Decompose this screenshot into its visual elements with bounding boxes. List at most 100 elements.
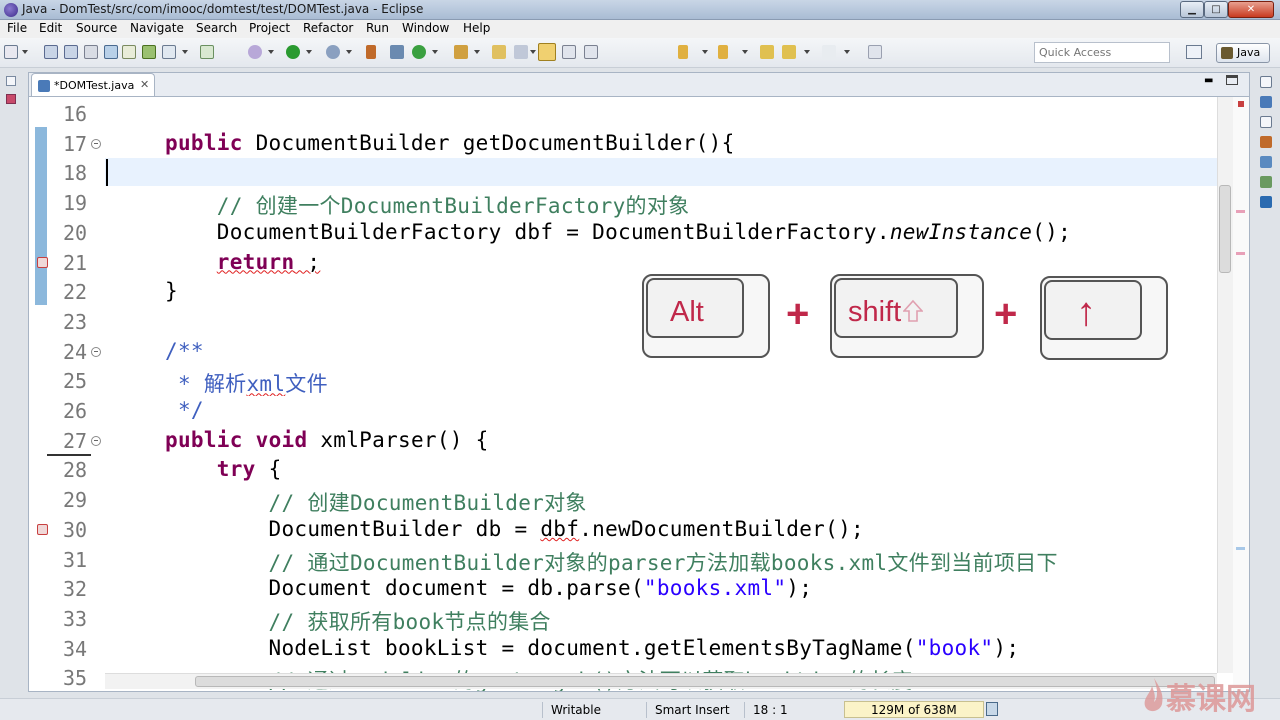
overview-marker[interactable] — [1236, 252, 1245, 255]
previous-annotation-icon[interactable] — [718, 45, 728, 59]
code-line[interactable]: 30 DocumentBuilder db = dbf.newDocumentB… — [29, 515, 1217, 545]
menu-file[interactable]: File — [7, 21, 27, 35]
task-icon[interactable] — [122, 45, 136, 59]
run-icon[interactable] — [286, 45, 300, 59]
new-class-icon[interactable] — [412, 45, 426, 59]
overview-marker[interactable] — [1236, 210, 1245, 213]
restore-outline-icon[interactable] — [1260, 76, 1272, 88]
maximize-button[interactable]: □ — [1204, 1, 1228, 18]
console-icon[interactable] — [1260, 196, 1272, 208]
code-line[interactable]: 34 NodeList bookList = document.getEleme… — [29, 634, 1217, 664]
menu-source[interactable]: Source — [76, 21, 117, 35]
code-line[interactable]: 32 Document document = db.parse("books.x… — [29, 574, 1217, 604]
error-overview-marker[interactable] — [1238, 101, 1244, 107]
restore-view-icon[interactable] — [6, 76, 16, 86]
show-whitespace-icon[interactable] — [584, 45, 598, 59]
mark-occurrences-icon[interactable] — [538, 43, 556, 61]
coverage-icon[interactable] — [326, 45, 340, 59]
heap-status[interactable]: 129M of 638M — [844, 701, 984, 718]
horizontal-scrollbar[interactable] — [105, 673, 1217, 689]
previous-annotation-dropdown-icon[interactable] — [742, 50, 748, 54]
code-line[interactable]: 17 public DocumentBuilder getDocumentBuil… — [29, 129, 1217, 159]
vertical-scroll-thumb[interactable] — [1219, 185, 1231, 273]
package-explorer-icon[interactable] — [6, 94, 16, 104]
horizontal-scroll-thumb[interactable] — [195, 676, 1215, 687]
menu-window[interactable]: Window — [402, 21, 449, 35]
debug-icon[interactable] — [248, 45, 262, 59]
refresh-icon[interactable] — [200, 45, 214, 59]
external-tools-icon[interactable] — [366, 45, 376, 59]
new-java-project-icon[interactable] — [390, 45, 404, 59]
code-line[interactable]: 18 — [29, 158, 1217, 188]
declaration-icon[interactable] — [1260, 176, 1272, 188]
code-editor[interactable]: 16 17 public DocumentBuilder getDocumentBu… — [28, 96, 1250, 692]
search-dropdown-icon[interactable] — [530, 50, 536, 54]
back-dropdown-icon[interactable] — [804, 50, 810, 54]
java-perspective-button[interactable]: Java — [1216, 43, 1270, 63]
vertical-scrollbar[interactable] — [1217, 97, 1233, 673]
error-marker-icon[interactable] — [37, 523, 48, 535]
code-line[interactable]: 16 — [29, 99, 1217, 129]
next-annotation-icon[interactable] — [678, 45, 688, 59]
menu-search[interactable]: Search — [196, 21, 237, 35]
back-icon[interactable] — [782, 45, 796, 59]
code-line[interactable]: 33 // 获取所有book节点的集合 — [29, 604, 1217, 634]
block-selection-icon[interactable] — [562, 45, 576, 59]
menu-help[interactable]: Help — [463, 21, 490, 35]
save-icon[interactable] — [44, 45, 58, 59]
new-class-dropdown-icon[interactable] — [432, 50, 438, 54]
close-tab-icon[interactable]: ✕ — [140, 78, 149, 91]
code-line[interactable]: 29 // 创建DocumentBuilder对象 — [29, 485, 1217, 515]
code-line[interactable]: 24 /** — [29, 337, 1217, 367]
code-line[interactable]: 21 return ; — [29, 248, 1217, 278]
save-all-icon[interactable] — [64, 45, 78, 59]
menu-navigate[interactable]: Navigate — [130, 21, 184, 35]
menu-run[interactable]: Run — [366, 21, 389, 35]
error-marker-icon[interactable] — [37, 256, 48, 268]
fold-toggle-icon[interactable] — [91, 435, 101, 446]
code-line[interactable]: 23 — [29, 307, 1217, 337]
pin-editor-icon[interactable] — [868, 45, 882, 59]
code-line[interactable]: 22} — [29, 277, 1217, 307]
print-icon[interactable] — [84, 45, 98, 59]
search-icon[interactable] — [514, 45, 528, 59]
code-line[interactable]: 25 * 解析xml文件 — [29, 366, 1217, 396]
problems-icon[interactable] — [1260, 136, 1272, 148]
tab-domtest-java[interactable]: *DOMTest.java ✕ — [31, 73, 155, 97]
menu-edit[interactable]: Edit — [39, 21, 62, 35]
quick-access-input[interactable] — [1034, 42, 1170, 63]
code-line[interactable]: 19 // 创建一个DocumentBuilderFactory的对象 — [29, 188, 1217, 218]
checklist-dropdown-icon[interactable] — [182, 50, 188, 54]
menu-project[interactable]: Project — [249, 21, 290, 35]
outline-icon[interactable] — [1260, 96, 1272, 108]
next-annotation-dropdown-icon[interactable] — [702, 50, 708, 54]
minimize-editor-icon[interactable]: ▬ — [1204, 75, 1216, 86]
coverage-dropdown-icon[interactable] — [346, 50, 352, 54]
code-line[interactable]: 28 try { — [29, 455, 1217, 485]
garbage-collect-icon[interactable] — [986, 702, 998, 716]
run-dropdown-icon[interactable] — [306, 50, 312, 54]
close-button[interactable]: ✕ — [1228, 1, 1274, 18]
code-line[interactable]: 20 DocumentBuilderFactory dbf = Document… — [29, 218, 1217, 248]
overview-ruler[interactable] — [1233, 97, 1249, 691]
new-icon[interactable] — [4, 45, 18, 59]
forward-dropdown-icon[interactable] — [844, 50, 850, 54]
open-type-icon[interactable] — [454, 45, 468, 59]
menu-refactor[interactable]: Refactor — [303, 21, 353, 35]
code-line[interactable]: 27 public void xmlParser() { — [29, 426, 1217, 456]
open-type-dropdown-icon[interactable] — [474, 50, 480, 54]
minimize-button[interactable]: ▁ — [1180, 1, 1204, 18]
open-folder-icon[interactable] — [492, 45, 506, 59]
restore-bottom-icon[interactable] — [1260, 116, 1272, 128]
fold-toggle-icon[interactable] — [91, 346, 101, 357]
server-icon[interactable] — [142, 45, 156, 59]
javadoc-icon[interactable] — [1260, 156, 1272, 168]
open-perspective-button[interactable] — [1186, 45, 1202, 59]
new-dropdown-icon[interactable] — [22, 50, 28, 54]
code-line[interactable]: 31 // 通过DocumentBuilder对象的parser方法加载book… — [29, 545, 1217, 575]
forward-icon[interactable] — [822, 45, 836, 59]
maximize-editor-icon[interactable] — [1226, 75, 1238, 85]
checklist-icon[interactable] — [162, 45, 176, 59]
fold-toggle-icon[interactable] — [91, 138, 101, 149]
open-perspective-icon[interactable] — [104, 45, 118, 59]
